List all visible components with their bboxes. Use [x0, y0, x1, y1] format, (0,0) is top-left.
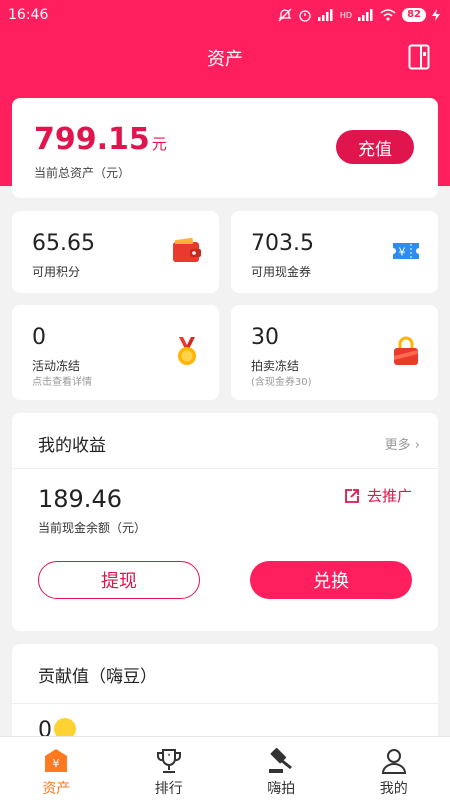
signal-icon: [317, 9, 333, 21]
auction-frozen-label: 拍卖冻结: [251, 359, 300, 373]
earnings-card: 我的收益 更多 › 189.46 当前现金余额（元） 去推广 提现 兑换: [12, 413, 438, 631]
activity-frozen-value: 0: [32, 325, 46, 350]
auction-frozen-value: 30: [251, 325, 279, 350]
assets-icon: ¥: [45, 749, 68, 772]
points-value: 65.65: [32, 231, 95, 256]
total-label: 当前总资产（元）: [34, 166, 131, 180]
total-assets-card: 799.15 元 当前总资产（元） 充值: [12, 98, 438, 198]
gavel-icon: [269, 747, 293, 773]
coupon-label: 可用现金券: [251, 265, 312, 279]
charging-icon: [432, 9, 440, 21]
exchange-button[interactable]: 兑换: [250, 561, 412, 599]
recharge-button[interactable]: 充值: [336, 130, 414, 164]
app-header: 资产: [0, 38, 450, 78]
svg-text:¥: ¥: [53, 757, 60, 770]
auction-frozen-sub: (含现金券30): [251, 377, 312, 388]
points-card[interactable]: 65.65 可用积分: [12, 211, 219, 293]
tab-auction-label: 嗨拍: [267, 781, 296, 797]
user-icon: [381, 749, 406, 774]
bill-icon[interactable]: [408, 44, 430, 70]
activity-frozen-sub: 点击查看详情: [32, 377, 92, 388]
status-time: 16:46: [8, 7, 49, 23]
withdraw-button[interactable]: 提现: [38, 561, 200, 599]
alarm-icon: [299, 10, 311, 22]
tab-assets[interactable]: ¥ 资产: [0, 737, 113, 800]
coupon-value: 703.5: [251, 231, 314, 256]
signal-icon-2: [358, 9, 373, 21]
activity-frozen-label: 活动冻结: [32, 359, 81, 373]
total-amount: 799.15 元: [34, 122, 167, 157]
tab-auction[interactable]: 嗨拍: [225, 737, 338, 800]
hd-tag: HD: [339, 10, 353, 20]
bottom-tab-bar: ¥ 资产 排行 嗨拍 我的: [0, 736, 450, 800]
tab-ranking[interactable]: 排行: [113, 737, 226, 800]
total-amount-value: 799.15: [34, 122, 150, 157]
tab-ranking-label: 排行: [154, 781, 183, 797]
points-label: 可用积分: [32, 265, 81, 279]
lock-icon: [394, 336, 418, 365]
total-amount-unit: 元: [151, 135, 167, 153]
contribution-title: 贡献值（嗨豆）: [38, 667, 157, 687]
status-bar: 16:46 HD 82: [0, 0, 450, 30]
tab-mine-label: 我的: [379, 781, 408, 797]
status-icons: HD 82: [278, 8, 440, 22]
promote-link[interactable]: 去推广: [343, 485, 412, 506]
earnings-more-link[interactable]: 更多 ›: [385, 434, 420, 453]
coupon-icon: ¥: [393, 243, 419, 259]
battery-indicator: 82: [402, 8, 426, 22]
earnings-header: 我的收益 更多 ›: [12, 413, 438, 469]
medal-icon: [178, 337, 196, 365]
promote-label: 去推广: [366, 487, 412, 505]
activity-frozen-card[interactable]: 0 活动冻结 点击查看详情: [12, 305, 219, 400]
tab-mine[interactable]: 我的: [338, 737, 450, 800]
contribution-header: 贡献值（嗨豆）: [12, 644, 438, 704]
trophy-icon: [156, 749, 181, 773]
svg-text:¥: ¥: [399, 246, 406, 259]
wallet-icon: [173, 237, 201, 262]
share-icon: [345, 488, 359, 503]
cash-balance-value: 189.46: [38, 485, 122, 513]
auction-frozen-card[interactable]: 30 拍卖冻结 (含现金券30): [231, 305, 438, 400]
wifi-icon: [380, 9, 396, 21]
cash-balance-label: 当前现金余额（元）: [38, 521, 147, 535]
page-title: 资产: [207, 49, 243, 70]
mute-icon: [278, 8, 292, 22]
tab-assets-label: 资产: [42, 781, 71, 797]
coupon-card[interactable]: 703.5 可用现金券 ¥: [231, 211, 438, 293]
earnings-title: 我的收益: [38, 436, 106, 456]
